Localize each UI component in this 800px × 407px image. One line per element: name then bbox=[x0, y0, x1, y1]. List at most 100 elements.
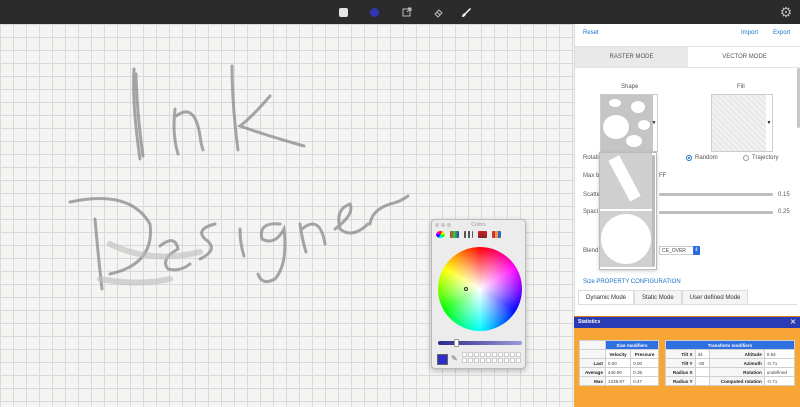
row-label: Altitude bbox=[708, 349, 765, 359]
color-wheel-tab-icon[interactable] bbox=[436, 231, 445, 238]
shape-label: Shape bbox=[621, 84, 639, 90]
eyedropper-icon[interactable]: ✎ bbox=[451, 355, 459, 363]
table-row: Last 0.00 0.00 bbox=[579, 358, 659, 368]
colors-titlebar[interactable]: Colors bbox=[432, 220, 525, 230]
row-label: Rotation bbox=[708, 367, 765, 377]
shape-select[interactable]: ▼ bbox=[600, 94, 658, 152]
row-label: Last bbox=[579, 358, 606, 368]
brightness-slider-knob[interactable] bbox=[454, 339, 459, 347]
cell-value: 0.00 bbox=[604, 358, 632, 368]
blend-dropdown-arrow-icon[interactable]: ⇕ bbox=[693, 246, 700, 255]
swatch-slot[interactable] bbox=[462, 358, 467, 363]
swatch-slot[interactable] bbox=[474, 358, 479, 363]
swatch-slot[interactable] bbox=[516, 358, 521, 363]
top-toolbar: ⚙ bbox=[0, 0, 800, 24]
zoom-dot-icon[interactable] bbox=[447, 223, 451, 227]
blend-label: Blend bbox=[583, 248, 599, 254]
swatch-slot[interactable] bbox=[504, 352, 509, 357]
swatch-slot[interactable] bbox=[468, 358, 473, 363]
spacing-slider[interactable] bbox=[659, 211, 773, 214]
row-label: Tilt X bbox=[665, 349, 696, 359]
swatch-slot[interactable] bbox=[498, 352, 503, 357]
table-row: Radius Y Computed rotation -0.71 bbox=[665, 376, 796, 386]
tab-vector-mode[interactable]: VECTOR MODE bbox=[688, 47, 800, 67]
sliders-tab-icon[interactable] bbox=[450, 231, 459, 238]
cell-value: 34 bbox=[694, 349, 710, 359]
gear-icon[interactable]: ⚙ bbox=[778, 4, 794, 20]
swatch-slot[interactable] bbox=[486, 352, 491, 357]
table-row: Max 1238.87 0.47 bbox=[579, 376, 659, 386]
colors-picker-tabs bbox=[436, 231, 501, 239]
current-color-swatch[interactable] bbox=[437, 354, 448, 365]
fill-select[interactable]: ▼ bbox=[711, 94, 773, 152]
swatch-slot[interactable] bbox=[486, 358, 491, 363]
rotation-random-radio[interactable] bbox=[686, 155, 692, 161]
palettes-tab-icon[interactable] bbox=[464, 231, 473, 238]
cell-value: 0.35 bbox=[630, 367, 659, 377]
swatch-slot[interactable] bbox=[510, 358, 515, 363]
image-palettes-tab-icon[interactable] bbox=[478, 231, 487, 238]
reset-button[interactable]: Reset bbox=[583, 30, 599, 36]
color-wheel-knob[interactable] bbox=[464, 287, 468, 291]
rotation-trajectory-radio[interactable] bbox=[743, 155, 749, 161]
row-label: Radius X bbox=[665, 367, 696, 377]
ink-color-button[interactable] bbox=[367, 5, 381, 19]
scatter-value: 0.15 bbox=[778, 192, 790, 198]
shape-option[interactable] bbox=[600, 153, 652, 209]
swatch-slot[interactable] bbox=[474, 352, 479, 357]
size-modifiers-title: Size modifiers bbox=[604, 340, 660, 350]
transform-modifiers-table: Transform modifiers Tilt X 34 Altitude 0… bbox=[665, 340, 796, 386]
cell-value: 0.00 bbox=[630, 358, 659, 368]
row-label: Average bbox=[579, 367, 606, 377]
shape-dropdown-list bbox=[599, 152, 657, 270]
export-button[interactable] bbox=[400, 5, 414, 19]
spacing-label: Spaci bbox=[583, 209, 599, 215]
cell-value: 440.90 bbox=[604, 367, 632, 377]
crayons-tab-icon[interactable] bbox=[492, 231, 501, 238]
swatch-slot[interactable] bbox=[462, 352, 467, 357]
transform-modifiers-title: Transform modifiers bbox=[665, 340, 795, 350]
color-wheel[interactable] bbox=[438, 247, 522, 331]
shape-dropdown-arrow-icon[interactable]: ▼ bbox=[651, 95, 657, 151]
fill-dropdown-arrow-icon[interactable]: ▼ bbox=[766, 95, 772, 151]
close-icon[interactable]: ✕ bbox=[790, 317, 796, 328]
swatch-slot[interactable] bbox=[516, 352, 521, 357]
tab-user-defined-mode[interactable]: User defined Mode bbox=[681, 290, 749, 304]
shape-option[interactable] bbox=[600, 211, 652, 267]
cell-value: 0.84 bbox=[763, 349, 796, 359]
table-row: Tilt Y -30 Azimuth -0.71 bbox=[665, 358, 796, 368]
rotation-label: Rotati bbox=[583, 155, 599, 161]
brush-button[interactable] bbox=[459, 5, 473, 19]
scatter-slider[interactable] bbox=[659, 193, 773, 196]
fill-label: Fill bbox=[737, 84, 745, 90]
swatch-slot[interactable] bbox=[492, 352, 497, 357]
mode-tabs: RASTER MODE VECTOR MODE bbox=[575, 46, 800, 68]
scatter-label: Scatte bbox=[583, 192, 601, 198]
tab-static-mode[interactable]: Static Mode bbox=[634, 290, 682, 304]
swatch-slot[interactable] bbox=[492, 358, 497, 363]
cell-value: 1238.87 bbox=[604, 376, 632, 386]
canvas-color-button[interactable] bbox=[336, 5, 350, 19]
swatch-slot[interactable] bbox=[480, 352, 485, 357]
statistics-title: Statistics bbox=[578, 319, 601, 325]
brightness-slider[interactable] bbox=[438, 341, 522, 345]
row-label: Azimuth bbox=[708, 358, 765, 368]
import-button[interactable]: Import bbox=[741, 30, 758, 36]
swatch-slot[interactable] bbox=[468, 352, 473, 357]
tab-dynamic-mode[interactable]: Dynamic Mode bbox=[578, 290, 635, 304]
rotation-random-label: Random bbox=[695, 155, 718, 161]
shape-dropdown-scrollbar[interactable] bbox=[652, 155, 655, 267]
swatch-slot[interactable] bbox=[498, 358, 503, 363]
cell-value: 0.47 bbox=[630, 376, 659, 386]
swatch-slot[interactable] bbox=[510, 352, 515, 357]
swatch-slot[interactable] bbox=[504, 358, 509, 363]
export-link[interactable]: Export bbox=[773, 30, 790, 36]
spacing-value: 0.25 bbox=[778, 209, 790, 215]
minimize-dot-icon[interactable] bbox=[441, 223, 445, 227]
max-toggle[interactable]: FF bbox=[659, 173, 666, 179]
tab-raster-mode[interactable]: RASTER MODE bbox=[575, 47, 688, 67]
eraser-button[interactable] bbox=[431, 5, 445, 19]
row-label: Radius Y bbox=[665, 376, 696, 386]
swatch-slot[interactable] bbox=[480, 358, 485, 363]
close-dot-icon[interactable] bbox=[435, 223, 439, 227]
